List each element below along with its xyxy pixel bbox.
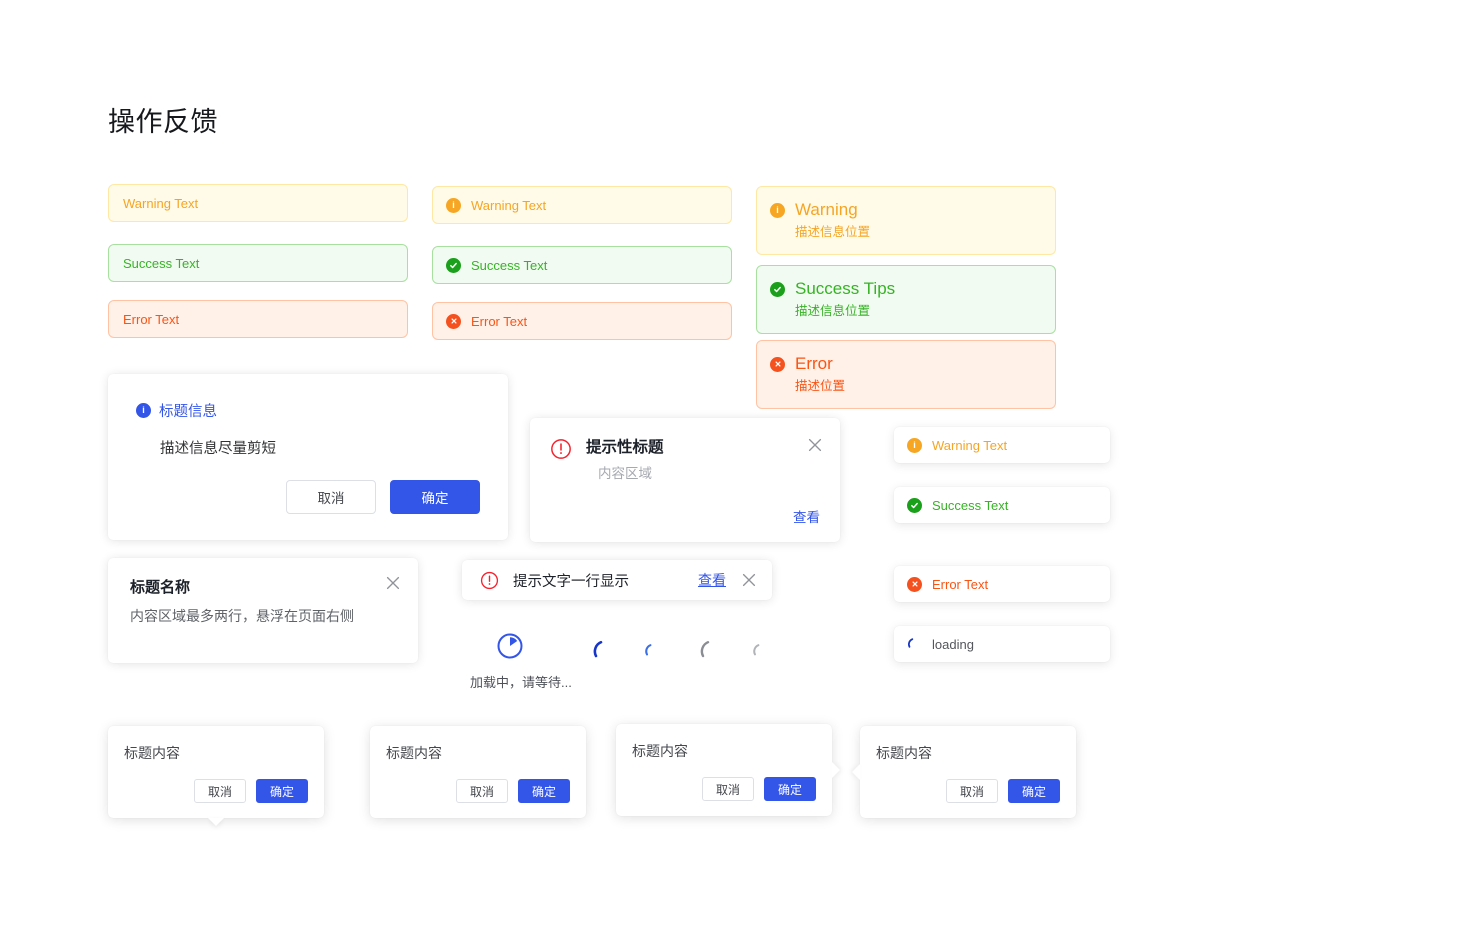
toast-loading: loading [894,626,1110,662]
floating-card-desc: 内容区域最多两行，悬浮在页面右侧 [130,608,354,624]
page-title: 操作反馈 [108,107,218,137]
alert-icon-success: Success Text [432,246,732,284]
close-circle-icon [446,313,461,329]
clock-spinner-icon [496,632,524,665]
notice-card-header: 提示性标题 [550,438,820,460]
popover-title: 标题内容 [386,745,442,761]
alert-block-success-title: Success Tips [795,279,896,298]
popover-tail-right: 标题内容 取消 确定 [616,724,840,816]
toast-error: Error Text [894,566,1110,602]
alert-icon-error-label: Error Text [471,313,528,329]
check-circle-icon [446,257,461,273]
confirm-dialog: i 标题信息 描述信息尽量剪短 取消 确定 [108,374,508,540]
single-line-toast-text: 提示文字一行显示 [513,573,629,590]
alert-block-error: Error 描述位置 [756,340,1056,409]
info-circle-icon: i [907,437,922,453]
cancel-button[interactable]: 取消 [456,779,508,803]
popover-actions: 取消 确定 [702,777,816,801]
confirm-dialog-body: 描述信息尽量剪短 [160,441,276,457]
exclamation-circle-outline-icon [480,571,499,590]
popover-title: 标题内容 [124,745,180,761]
toast-success: Success Text [894,487,1110,523]
notice-card: 提示性标题 内容区域 查看 [530,418,840,542]
alert-block-success-desc: 描述信息位置 [795,304,871,318]
alert-block-warning: i Warning 描述信息位置 [756,186,1056,255]
info-circle-icon: i [136,403,151,418]
loading-indicator-group: 加载中，请等待... [462,628,802,694]
close-circle-icon [770,356,785,372]
alert-icon-success-label: Success Text [471,257,548,273]
single-line-toast-view-link[interactable]: 查看 [698,570,726,590]
cancel-button[interactable]: 取消 [702,777,754,801]
confirm-button[interactable]: 确定 [518,779,570,803]
popover-actions: 取消 确定 [456,779,570,803]
alert-block-warning-desc: 描述信息位置 [795,225,871,239]
feedback-components-page: 操作反馈 Warning Text Success Text Error Tex… [0,0,1472,942]
spinner-arc-icon [907,637,922,652]
alert-block-error-desc: 描述位置 [795,379,846,393]
notice-card-view-link[interactable]: 查看 [793,506,820,526]
alert-plain-success: Success Text [108,244,408,282]
alert-block-success-head: Success Tips [770,279,1041,299]
alert-block-warning-title: Warning [795,200,858,219]
confirm-button[interactable]: 确定 [764,777,816,801]
toast-warning: i Warning Text [894,427,1110,463]
alert-plain-warning-label: Warning Text [123,195,199,211]
confirm-dialog-header: i 标题信息 [136,400,480,421]
popover-tail-right-arrow [832,762,840,778]
check-circle-icon [770,281,785,297]
confirm-dialog-actions: 取消 确定 [286,480,480,514]
toast-warning-label: Warning Text [932,437,1008,453]
popover-actions: 取消 确定 [194,779,308,803]
check-circle-icon [907,497,922,513]
toast-error-label: Error Text [932,576,989,592]
info-circle-icon: i [770,202,785,218]
spinner-arc-small-gray [752,642,770,665]
toast-success-label: Success Text [932,497,1009,513]
close-icon[interactable] [806,436,824,454]
close-icon[interactable] [740,571,758,589]
loading-label: 加载中，请等待... [470,675,572,690]
popover-tail-down-arrow [208,818,224,826]
alert-block-warning-head: i Warning [770,200,1041,220]
popover-actions: 取消 确定 [946,779,1060,803]
notice-card-title: 提示性标题 [586,439,664,456]
toast-loading-label: loading [932,636,974,652]
cancel-button[interactable]: 取消 [946,779,998,803]
alert-plain-error: Error Text [108,300,408,338]
info-circle-icon: i [446,197,461,213]
notice-card-desc: 内容区域 [598,466,652,481]
confirm-button[interactable]: 确定 [390,480,480,514]
exclamation-circle-outline-icon [550,438,572,460]
popover-plain: 标题内容 取消 确定 [370,726,586,818]
alert-icon-warning: i Warning Text [432,186,732,224]
alert-block-error-head: Error [770,354,1041,374]
close-circle-icon [907,576,922,592]
alert-block-success: Success Tips 描述信息位置 [756,265,1056,334]
alert-plain-success-label: Success Text [123,255,200,271]
alert-plain-error-label: Error Text [123,311,180,327]
popover-tail-left-arrow [852,764,860,780]
popover-tail-left: 标题内容 取消 确定 [852,726,1076,818]
alert-plain-warning: Warning Text [108,184,408,222]
alert-icon-warning-label: Warning Text [471,197,547,213]
floating-notification-card: 标题名称 内容区域最多两行，悬浮在页面右侧 [108,558,418,663]
close-icon[interactable] [384,574,402,592]
popover-title: 标题内容 [632,743,688,759]
cancel-button[interactable]: 取消 [194,779,246,803]
cancel-button[interactable]: 取消 [286,480,376,514]
spinner-arc-small-blue [644,642,662,665]
confirm-button[interactable]: 确定 [1008,779,1060,803]
spinner-arc-large-blue [592,638,618,669]
popover-title: 标题内容 [876,745,932,761]
spinner-arc-large-gray [699,638,725,669]
alert-icon-error: Error Text [432,302,732,340]
single-line-toast: 提示文字一行显示 查看 [462,560,772,600]
floating-card-title: 标题名称 [130,579,191,596]
confirm-dialog-title: 标题信息 [159,404,217,420]
confirm-button[interactable]: 确定 [256,779,308,803]
popover-tail-down: 标题内容 取消 确定 [108,726,324,826]
alert-block-error-title: Error [795,354,833,373]
